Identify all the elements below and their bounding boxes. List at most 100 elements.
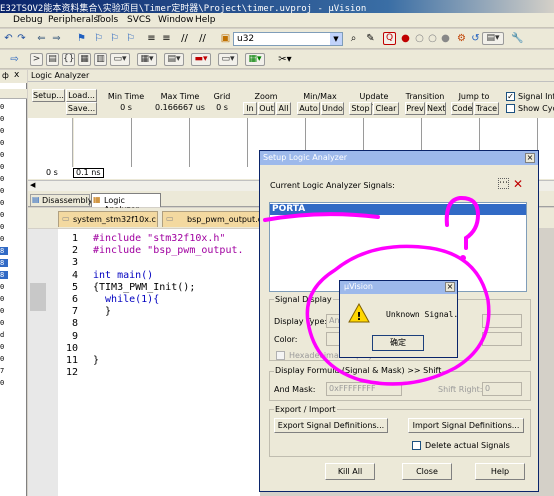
code-line[interactable]: } [93, 355, 99, 366]
menu-window[interactable]: Window [158, 15, 194, 25]
help-button[interactable]: Help [475, 463, 525, 480]
reload-icon[interactable]: ↺ [469, 32, 482, 45]
system-viewer-icon[interactable]: ▦▾ [245, 53, 265, 66]
registers-window-icon[interactable]: ▦ [78, 53, 91, 66]
breakpoint-kill-icon[interactable]: ● [439, 32, 452, 45]
breakpoint-clear-icon[interactable]: ○ [426, 32, 439, 45]
undo-button[interactable]: Undo [321, 102, 344, 115]
bookmark-icon[interactable]: ⚑ [75, 32, 88, 45]
bookmark-clear-icon[interactable]: ⚐ [124, 32, 137, 45]
breakpoint-icon[interactable]: ● [399, 32, 412, 45]
shift-right-field[interactable]: 0 [482, 382, 522, 396]
code-line[interactable]: #include "stm32f10x.h" [93, 233, 225, 244]
export-signal-definitions-button[interactable]: Export Signal Definitions... [274, 418, 388, 433]
menu-peripherals[interactable]: Peripherals [48, 15, 98, 25]
code-line[interactable]: } [93, 306, 111, 317]
min-time-value: 0 s [106, 102, 146, 115]
uncomment-icon[interactable]: // [196, 32, 209, 45]
tab-bsp-pwm-output[interactable]: ▭ bsp_pwm_output.c [162, 211, 270, 227]
tab-system-stm32[interactable]: ▭ system_stm32f10x.c [58, 211, 158, 227]
signal-info-checkbox[interactable]: ✓ [506, 92, 515, 101]
color-select-right[interactable] [482, 332, 522, 346]
stop-button[interactable]: Stop [349, 102, 372, 115]
menu-debug[interactable]: Debug [13, 15, 43, 25]
find-in-files-icon[interactable]: ▣ [219, 32, 232, 45]
signal-list-item[interactable]: PORTA [270, 204, 526, 215]
menu-svcs[interactable]: SVCS [127, 15, 151, 25]
debug-session-icon[interactable]: Q [383, 32, 396, 45]
nav-forward-icon[interactable]: ⇒ [50, 32, 63, 45]
code-line[interactable]: #include "bsp_pwm_output. [93, 245, 244, 256]
trace-button[interactable]: Trace [474, 102, 499, 115]
setup-button[interactable]: Setup... [32, 89, 65, 102]
show-cycles-checkbox[interactable] [506, 104, 515, 113]
pin-icon[interactable]: ф [2, 71, 9, 80]
zoom-out-button[interactable]: Out [258, 102, 275, 115]
redo-icon[interactable]: ↷ [15, 32, 28, 45]
code-button[interactable]: Code [451, 102, 473, 115]
code-editor[interactable]: 1 #include "stm32f10x.h" 2 #include "bsp_pw… [28, 229, 260, 496]
comment-icon[interactable]: // [178, 32, 191, 45]
signals-list[interactable]: PORTA [269, 202, 527, 292]
prev-button[interactable]: Prev [405, 102, 425, 115]
c-file-icon: ▭ [166, 214, 174, 223]
next-button[interactable]: Next [426, 102, 446, 115]
line-number: 4 [71, 269, 78, 281]
auto-button[interactable]: Auto [297, 102, 320, 115]
ok-button[interactable]: 确定 [372, 335, 424, 351]
save-button[interactable]: Save... [66, 102, 97, 115]
disassembly-icon: ▤ [32, 195, 40, 204]
step-out-icon[interactable]: ⇨ [8, 53, 21, 66]
dialog-close-icon[interactable]: × [525, 153, 535, 163]
undo-icon[interactable]: ↶ [2, 32, 15, 45]
and-mask-field[interactable]: 0xFFFFFFFF [326, 382, 402, 396]
analysis-window-icon[interactable]: ▬▾ [191, 53, 211, 66]
new-signal-icon[interactable]: ⋯ [498, 178, 509, 189]
menu-help[interactable]: Help [195, 15, 216, 25]
target-combo[interactable]: u32 ▼ [233, 32, 343, 46]
disassembly-window-icon[interactable]: ▤ [46, 53, 59, 66]
zoom-all-button[interactable]: All [276, 102, 291, 115]
incremental-find-icon[interactable]: ✎ [364, 32, 377, 45]
indent-icon[interactable]: ≡ [145, 32, 158, 45]
breakpoint-disable-icon[interactable]: ○ [413, 32, 426, 45]
tab-logic-analyzer[interactable]: ▦ Logic Analyzer [91, 193, 161, 214]
code-line[interactable]: int main() [93, 270, 153, 281]
zoom-in-button[interactable]: In [243, 102, 257, 115]
wrench-icon[interactable]: 🔧 [511, 32, 524, 45]
close-button[interactable]: Close [402, 463, 452, 480]
command-window-icon[interactable]: > [30, 53, 43, 66]
nav-back-icon[interactable]: ⇐ [35, 32, 48, 45]
message-box-close-icon[interactable]: × [445, 282, 455, 292]
clear-button[interactable]: Clear [373, 102, 399, 115]
close-icon[interactable]: x [14, 70, 19, 80]
unindent-icon[interactable]: ≡ [160, 32, 173, 45]
delete-signal-icon[interactable]: ✕ [513, 177, 523, 191]
bookmark-next-icon[interactable]: ⚐ [108, 32, 121, 45]
kill-all-button[interactable]: Kill All [325, 463, 375, 480]
toolbox-icon[interactable]: ✂▾ [275, 53, 295, 66]
find-icon[interactable]: ⌕ [347, 32, 360, 45]
menu-tools[interactable]: Tools [96, 15, 118, 25]
settings-icon[interactable]: ⚙ [455, 32, 468, 45]
display-type-select-right[interactable] [482, 314, 522, 328]
chevron-down-icon[interactable]: ▼ [330, 33, 342, 45]
window-layout-icon[interactable]: ▤▾ [482, 32, 504, 45]
hexadecimal-checkbox[interactable] [276, 351, 285, 360]
serial-window-icon[interactable]: ▤▾ [164, 53, 184, 66]
watch-window-icon[interactable]: ▭▾ [110, 53, 130, 66]
call-stack-icon[interactable]: ▥ [94, 53, 107, 66]
tab-disassembly[interactable]: ▤ Disassembly [30, 194, 93, 206]
import-signal-definitions-button[interactable]: Import Signal Definitions... [408, 418, 524, 433]
bookmark-prev-icon[interactable]: ⚐ [92, 32, 105, 45]
symbols-window-icon[interactable]: {} [62, 53, 75, 66]
scroll-left-icon[interactable]: ◀ [30, 181, 35, 189]
delete-signals-checkbox[interactable] [412, 441, 421, 450]
left-panel: ф x 0 0 0 0 0 0 0 0 0 0 0 0 8 8 8 0 0 0 0 d 0 0 7 0 [0, 70, 27, 496]
load-button[interactable]: Load... [66, 89, 97, 102]
trace-window-icon[interactable]: ▭▾ [218, 53, 238, 66]
code-line[interactable]: while(1){ [93, 294, 159, 305]
code-line[interactable]: {TIM3_PWM_Init(); [93, 282, 195, 293]
memory-window-icon[interactable]: ▦▾ [137, 53, 157, 66]
time-cursor-label: 0.1 ns [73, 168, 104, 178]
